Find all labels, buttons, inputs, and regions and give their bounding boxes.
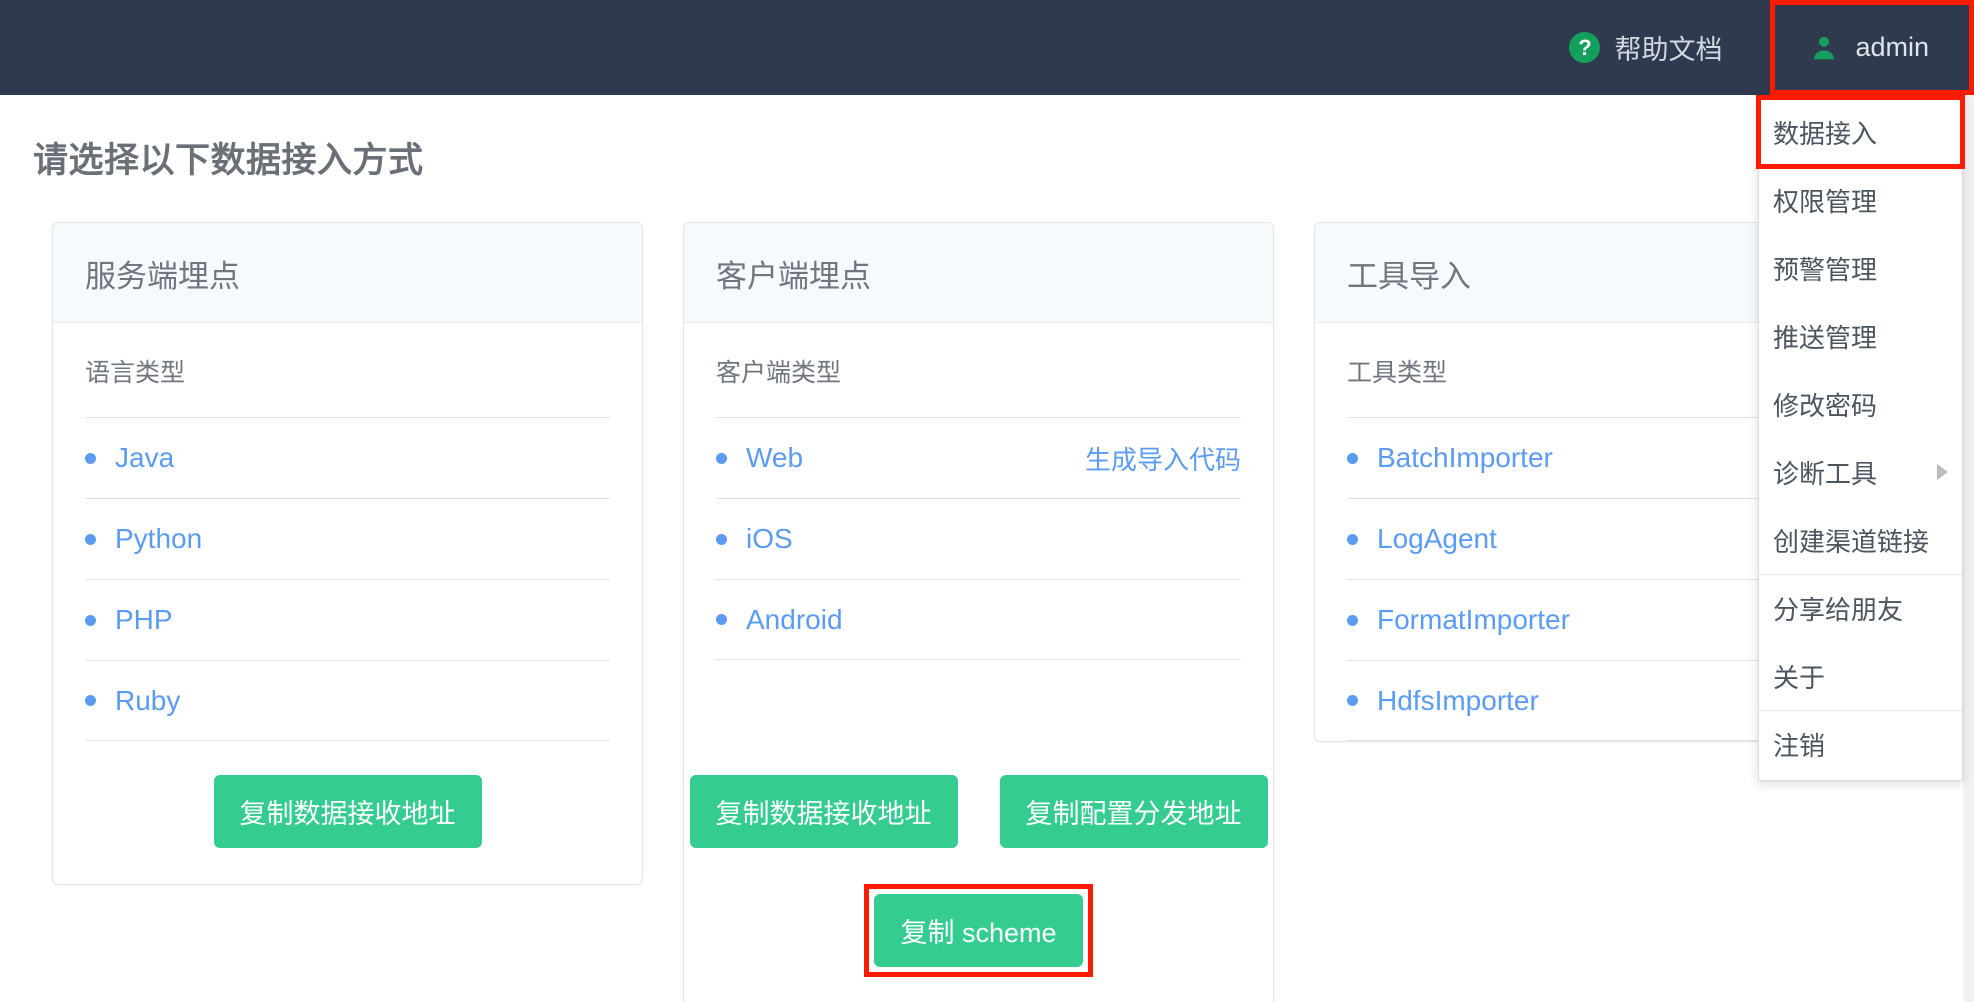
menu-item-label: 关于: [1773, 662, 1826, 693]
menu-item-2[interactable]: 权限管理: [1759, 166, 1962, 234]
menu-item-1[interactable]: 数据接入: [1756, 95, 1965, 169]
menu-item-label: 数据接入: [1773, 118, 1878, 149]
item-link[interactable]: PHP: [85, 604, 173, 636]
card-2: 客户端埋点客户端类型 Web 生成导入代码 iOS Android 复制数据接收地址 复制配…: [683, 222, 1274, 1002]
menu-item-label: 诊断工具: [1773, 458, 1878, 489]
list-label: 客户端类型: [716, 359, 842, 387]
item-link[interactable]: BatchImporter: [1347, 442, 1553, 474]
item-link-label: FormatImporter: [1377, 604, 1570, 635]
card-action-row: 复制 scheme: [684, 884, 1273, 1002]
action-button-1[interactable]: 复制 scheme: [874, 894, 1083, 967]
item-link-label: Android: [746, 603, 843, 635]
user-menu-button[interactable]: admin: [1770, 0, 1974, 95]
list-item: iOS: [716, 498, 1241, 579]
chevron-right-icon: [1937, 464, 1948, 480]
bullet-icon: [85, 533, 96, 545]
list-item: PHP: [85, 579, 610, 660]
menu-item-label: 注销: [1773, 731, 1826, 761]
item-link-label: LogAgent: [1377, 523, 1497, 554]
bullet-icon: [85, 695, 96, 706]
page-scrollbar[interactable]: [1963, 95, 1974, 1002]
menu-item-label: 创建渠道链接: [1773, 526, 1930, 557]
card-action-row: 复制数据接收地址: [53, 741, 642, 884]
item-link[interactable]: Python: [85, 523, 202, 555]
card-title: 客户端埋点: [684, 223, 1273, 323]
bullet-icon: [716, 533, 727, 545]
bullet-icon: [1347, 614, 1358, 626]
menu-item-label: 推送管理: [1773, 322, 1878, 353]
item-link-label: Ruby: [115, 684, 181, 716]
topbar-right-group: ? 帮助文档 admin: [1545, 0, 1974, 95]
bullet-icon: [85, 452, 96, 464]
bullet-icon: [85, 614, 96, 626]
bullet-icon: [1347, 533, 1358, 545]
menu-item-9[interactable]: 关于: [1759, 642, 1962, 710]
item-link-label: BatchImporter: [1377, 442, 1553, 473]
card-body: 客户端类型 Web 生成导入代码 iOS Android: [684, 323, 1273, 741]
item-link[interactable]: LogAgent: [1347, 523, 1497, 555]
bullet-icon: [716, 614, 727, 625]
question-mark-icon: ?: [1569, 32, 1601, 63]
list-item: Web 生成导入代码: [716, 417, 1241, 498]
list-item: Java: [85, 417, 610, 498]
item-link[interactable]: iOS: [716, 523, 793, 555]
item-link-label: iOS: [746, 523, 793, 554]
data-access-card-list: 服务端埋点 语言类型 Java Python PHP Ruby 复制数据接收地址 客户端埋点客…: [52, 222, 1905, 1002]
item-link[interactable]: Web: [716, 442, 803, 474]
menu-item-7[interactable]: 创建渠道链接: [1759, 506, 1962, 574]
item-link[interactable]: Android: [716, 604, 843, 636]
user-name-label: admin: [1855, 32, 1929, 62]
page-title: 请选择以下数据接入方式: [33, 141, 424, 180]
generate-import-code-link[interactable]: 生成导入代码: [1085, 440, 1241, 477]
card-body: 语言类型 Java Python PHP Ruby: [53, 323, 642, 741]
item-link-label: Web: [746, 442, 804, 473]
menu-item-8[interactable]: 分享给朋友: [1759, 574, 1962, 642]
menu-item-label: 修改密码: [1773, 390, 1878, 421]
item-link[interactable]: Ruby: [85, 685, 180, 717]
item-link-label: Java: [115, 442, 175, 473]
item-link-label: Python: [115, 523, 203, 554]
user-avatar-icon: [1809, 32, 1839, 64]
item-link-label: HdfsImporter: [1377, 684, 1539, 716]
menu-item-3[interactable]: 预警管理: [1759, 234, 1962, 302]
list-item: Android: [716, 579, 1241, 660]
list-label: 语言类型: [85, 359, 186, 387]
action-button-2[interactable]: 复制配置分发地址: [999, 775, 1268, 848]
card-action-row: 复制数据接收地址 复制配置分发地址: [684, 741, 1273, 884]
bullet-icon: [1347, 452, 1358, 464]
card-1: 服务端埋点语言类型 Java Python PHP Ruby 复制数据接收地址: [52, 222, 643, 885]
help-doc-link[interactable]: ? 帮助文档: [1545, 0, 1746, 95]
top-navigation-bar: ? 帮助文档 admin: [0, 0, 1974, 95]
menu-item-10[interactable]: 注销: [1759, 710, 1962, 778]
item-link-label: PHP: [115, 604, 173, 635]
bullet-icon: [1347, 695, 1358, 706]
menu-item-label: 预警管理: [1773, 254, 1878, 285]
menu-item-label: 权限管理: [1773, 186, 1878, 217]
action-button-1[interactable]: 复制数据接收地址: [213, 775, 482, 848]
item-link[interactable]: Java: [85, 442, 174, 474]
highlight-box: 复制 scheme: [864, 884, 1093, 977]
item-link[interactable]: HdfsImporter: [1347, 685, 1539, 717]
card-title: 服务端埋点: [53, 223, 642, 323]
help-doc-label: 帮助文档: [1614, 35, 1723, 65]
bullet-icon: [716, 452, 727, 464]
menu-item-5[interactable]: 修改密码: [1759, 370, 1962, 438]
item-link[interactable]: FormatImporter: [1347, 604, 1570, 636]
item-list: Web 生成导入代码 iOS Android: [716, 417, 1241, 660]
user-dropdown-menu: 数据接入权限管理预警管理推送管理修改密码诊断工具创建渠道链接 分享给朋友关于注销: [1756, 95, 1965, 781]
list-item: Ruby: [85, 660, 610, 741]
item-list: Java Python PHP Ruby: [85, 417, 610, 741]
menu-item-label: 分享给朋友: [1773, 595, 1904, 625]
list-item: Python: [85, 498, 610, 579]
menu-item-4[interactable]: 推送管理: [1759, 302, 1962, 370]
menu-item-6[interactable]: 诊断工具: [1759, 438, 1962, 506]
action-button-1[interactable]: 复制数据接收地址: [689, 775, 958, 848]
